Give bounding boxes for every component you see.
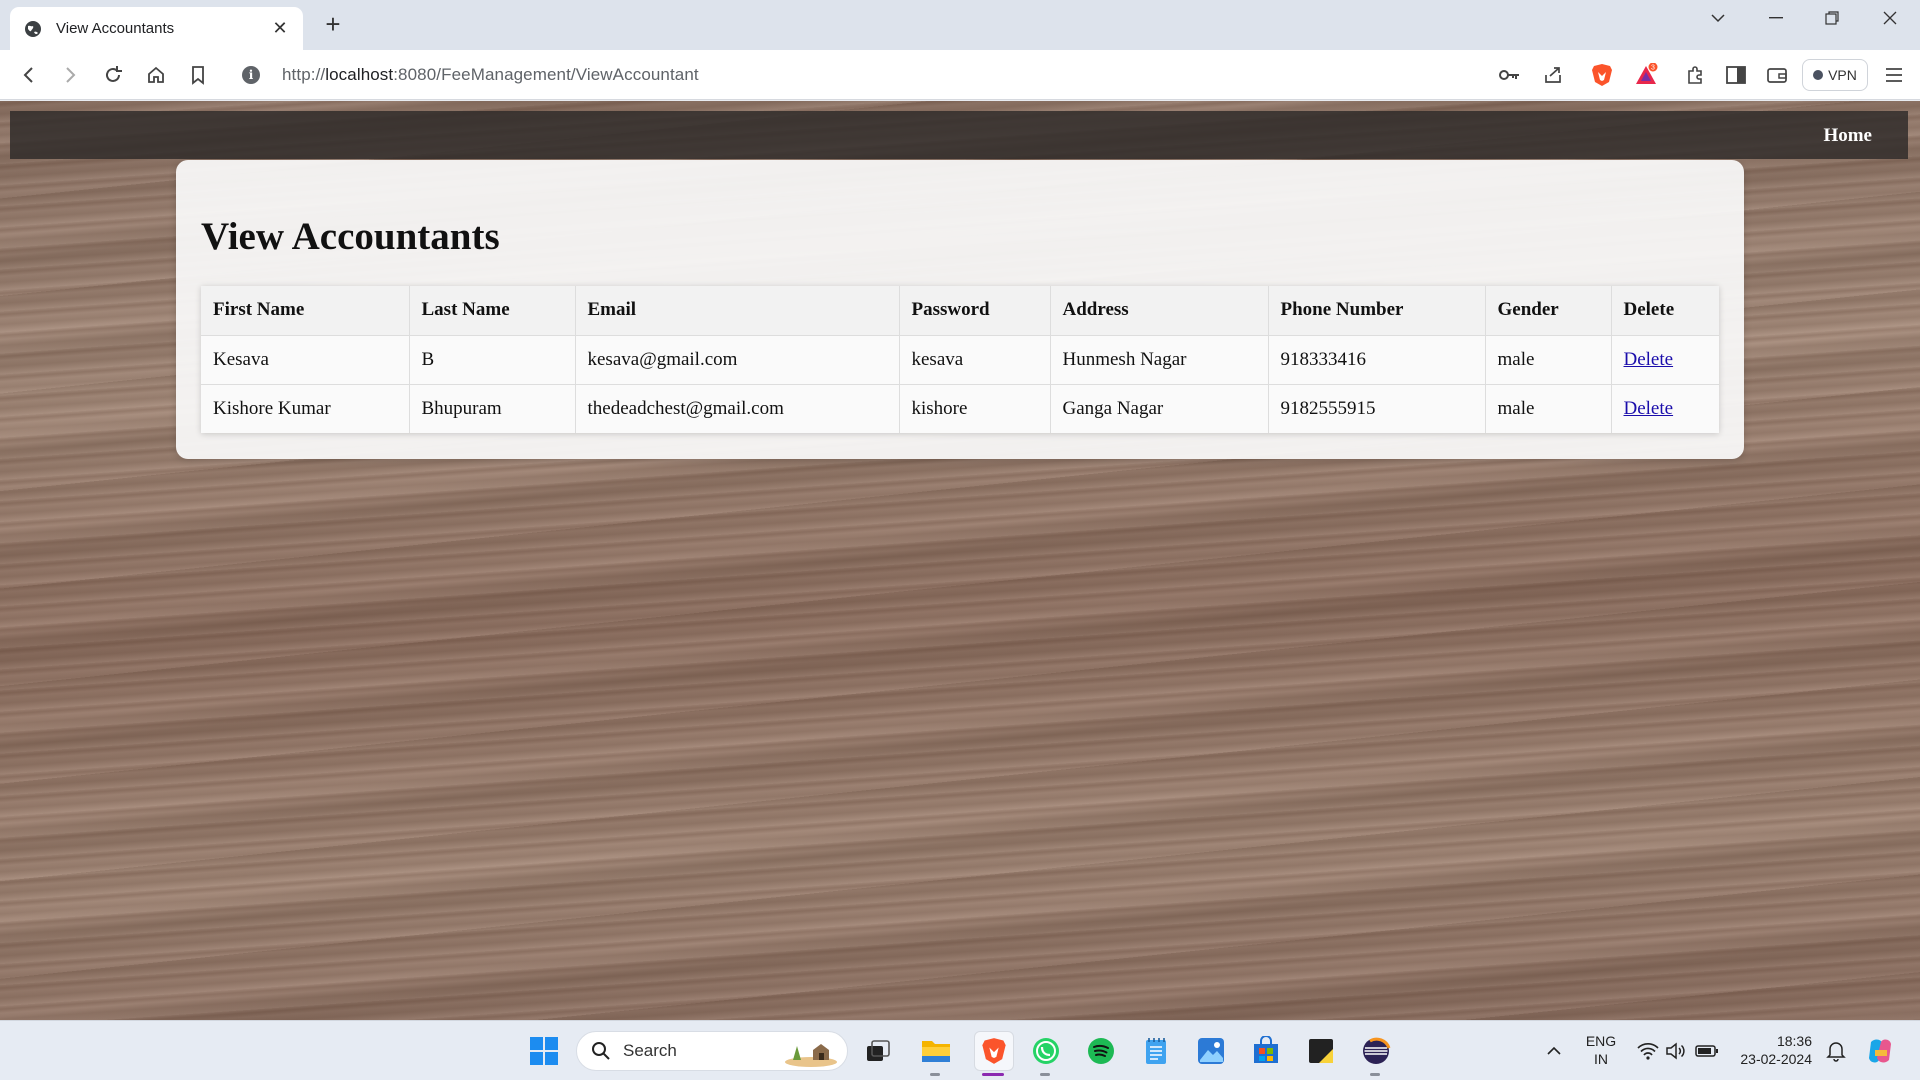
column-header: Password: [899, 286, 1051, 336]
menu-icon[interactable]: [1882, 63, 1906, 87]
site-info-icon[interactable]: i: [242, 66, 260, 84]
bookmark-icon[interactable]: [186, 63, 210, 87]
home-icon[interactable]: [144, 63, 168, 87]
phone-cell: 918333416: [1268, 335, 1486, 385]
extensions-icon[interactable]: [1683, 63, 1707, 87]
language-label: ENG: [1585, 1033, 1617, 1049]
tab-search-chevron-icon[interactable]: [1696, 6, 1740, 30]
vpn-status-icon: [1813, 70, 1824, 80]
column-header: Gender: [1485, 286, 1612, 336]
volume-icon[interactable]: [1660, 1035, 1692, 1067]
column-header: Last Name: [409, 286, 576, 336]
address-cell: Hunmesh Nagar: [1050, 335, 1269, 385]
share-icon[interactable]: [1541, 63, 1565, 87]
minimize-button[interactable]: [1754, 6, 1798, 30]
email-cell: thedeadchest@gmail.com: [575, 384, 900, 433]
email-cell: kesava@gmail.com: [575, 335, 900, 385]
first-name-cell: Kesava: [201, 335, 410, 385]
table-header-row: First Name Last Name Email Password Addr…: [201, 286, 1719, 336]
running-indicator: [1370, 1073, 1380, 1076]
column-header: Address: [1050, 286, 1269, 336]
vpn-button[interactable]: VPN: [1802, 59, 1868, 91]
tab-title: View Accountants: [56, 20, 175, 37]
delete-link[interactable]: Delete: [1624, 349, 1674, 370]
region-label: IN: [1594, 1051, 1608, 1067]
password-cell: kesava: [899, 335, 1051, 385]
search-highlight-icon: [785, 1044, 837, 1067]
gender-cell: male: [1485, 384, 1612, 433]
column-header: First Name: [201, 286, 410, 336]
copilot-icon[interactable]: [1864, 1035, 1896, 1067]
spotify-icon[interactable]: [1085, 1035, 1117, 1067]
forward-icon[interactable]: [58, 63, 82, 87]
accountants-card: View Accountants First Name Last Name Em…: [176, 160, 1744, 459]
password-cell: kishore: [899, 384, 1051, 433]
url-text[interactable]: http://localhost:8080/FeeManagement/View…: [282, 65, 699, 85]
gender-cell: male: [1485, 335, 1612, 385]
delete-cell: Delete: [1611, 335, 1719, 385]
table-row: Kesava B kesava@gmail.com kesava Hunmesh…: [201, 335, 1719, 385]
address-bar[interactable]: i http://localhost:8080/FeeManagement/Vi…: [228, 56, 1480, 94]
delete-link[interactable]: Delete: [1624, 398, 1674, 419]
battery-icon[interactable]: [1691, 1035, 1723, 1067]
restore-button[interactable]: [1810, 6, 1854, 30]
notepad-icon[interactable]: [1140, 1035, 1172, 1067]
page-title: View Accountants: [201, 215, 500, 258]
reload-icon[interactable]: [101, 63, 125, 87]
taskbar-search[interactable]: Search: [576, 1031, 848, 1071]
site-navbar: Home: [10, 111, 1908, 159]
accountants-table: First Name Last Name Email Password Addr…: [201, 286, 1719, 433]
last-name-cell: Bhupuram: [409, 384, 576, 433]
close-tab-icon[interactable]: ✕: [271, 18, 289, 38]
notifications-bell-icon[interactable]: [1820, 1035, 1852, 1067]
clock-time: 18:36: [1776, 1033, 1812, 1049]
input-language-indicator[interactable]: ENG IN: [1580, 1032, 1622, 1068]
sticky-notes-icon[interactable]: [1305, 1035, 1337, 1067]
browser-tab-strip: View Accountants ✕ +: [0, 0, 1920, 50]
close-window-button[interactable]: [1868, 6, 1912, 30]
sidebar-icon[interactable]: [1724, 63, 1748, 87]
key-icon[interactable]: [1498, 63, 1522, 87]
wallet-icon[interactable]: [1765, 63, 1789, 87]
browser-toolbar: i http://localhost:8080/FeeManagement/Vi…: [0, 50, 1920, 100]
photos-icon[interactable]: [1195, 1035, 1227, 1067]
eclipse-icon[interactable]: [1360, 1035, 1392, 1067]
first-name-cell: Kishore Kumar: [201, 384, 410, 433]
show-hidden-icons-chevron-icon[interactable]: [1538, 1035, 1570, 1067]
windows-start-icon[interactable]: [528, 1035, 560, 1067]
microsoft-store-icon[interactable]: [1250, 1035, 1282, 1067]
address-cell: Ganga Nagar: [1050, 384, 1269, 433]
search-label: Search: [623, 1041, 677, 1060]
globe-icon: [25, 20, 41, 37]
task-view-icon[interactable]: [862, 1035, 894, 1067]
home-link[interactable]: Home: [1823, 125, 1872, 147]
brave-shields-icon[interactable]: [1590, 63, 1614, 87]
page-viewport: Home View Accountants First Name Last Na…: [0, 101, 1920, 1020]
back-icon[interactable]: [17, 63, 41, 87]
column-header: Delete: [1611, 286, 1719, 336]
browser-tab[interactable]: View Accountants ✕: [10, 7, 303, 50]
column-header: Phone Number: [1268, 286, 1486, 336]
running-indicator: [1040, 1073, 1050, 1076]
clock[interactable]: 18:36 23-02-2024: [1728, 1032, 1812, 1068]
table-row: Kishore Kumar Bhupuram thedeadchest@gmai…: [201, 384, 1719, 433]
new-tab-button[interactable]: +: [320, 11, 346, 38]
windows-taskbar: Search ENG IN 18:36 23-02-2024: [0, 1020, 1920, 1080]
svg-text:3: 3: [1651, 65, 1655, 72]
column-header: Email: [575, 286, 900, 336]
vpn-label: VPN: [1828, 67, 1857, 83]
brave-rewards-icon[interactable]: 3: [1634, 63, 1658, 87]
search-icon: [592, 1042, 610, 1060]
file-explorer-icon[interactable]: [920, 1035, 952, 1067]
active-indicator: [982, 1073, 1004, 1076]
clock-date: 23-02-2024: [1740, 1051, 1812, 1067]
delete-cell: Delete: [1611, 384, 1719, 433]
whatsapp-icon[interactable]: [1030, 1035, 1062, 1067]
last-name-cell: B: [409, 335, 576, 385]
brave-browser-taskbar-icon[interactable]: [974, 1031, 1014, 1071]
phone-cell: 9182555915: [1268, 384, 1486, 433]
running-indicator: [930, 1073, 940, 1076]
